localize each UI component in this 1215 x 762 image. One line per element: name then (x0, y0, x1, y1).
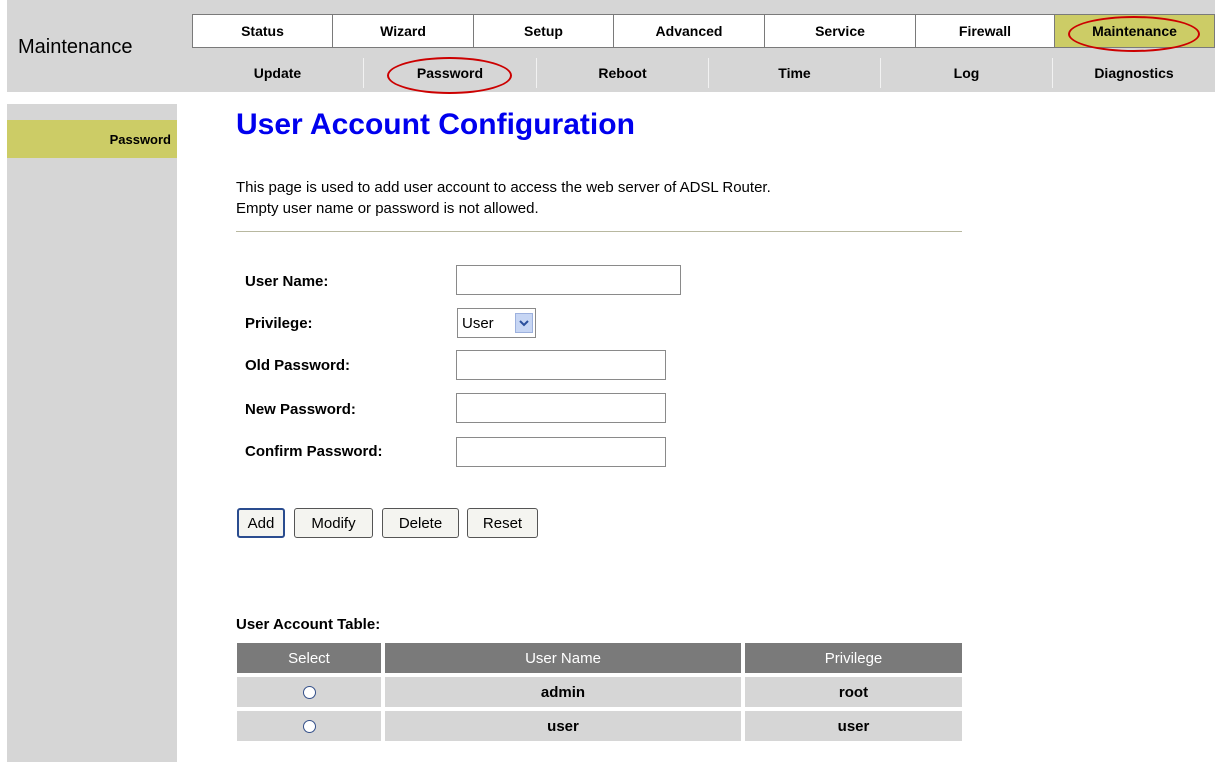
tab-firewall[interactable]: Firewall (916, 14, 1055, 48)
select-radio-admin[interactable] (302, 685, 316, 699)
delete-button[interactable]: Delete (382, 508, 459, 538)
top-nav: Status Wizard Setup Advanced Service Fir… (192, 14, 1215, 48)
select-cell (237, 711, 381, 741)
confirm-password-label: Confirm Password: (245, 443, 383, 460)
add-button[interactable]: Add (237, 508, 285, 538)
chevron-down-icon (515, 313, 533, 333)
divider (236, 231, 962, 232)
old-password-input[interactable] (456, 350, 666, 380)
sidebar-item-password[interactable]: Password (7, 120, 177, 158)
user-account-table: Select User Name Privilege admin root us… (237, 643, 962, 745)
select-radio-user[interactable] (302, 719, 316, 733)
tab-setup[interactable]: Setup (474, 14, 614, 48)
reset-button[interactable]: Reset (467, 508, 538, 538)
subtab-log[interactable]: Log (881, 58, 1053, 88)
privilege-selected-value: User (462, 314, 494, 332)
user-name-cell: admin (385, 677, 741, 707)
header-select: Select (237, 643, 381, 673)
tab-maintenance[interactable]: Maintenance (1055, 14, 1215, 48)
new-password-label: New Password: (245, 401, 356, 418)
page-description: This page is used to add user account to… (236, 177, 976, 219)
privilege-label: Privilege: (245, 315, 313, 332)
description-line-1: This page is used to add user account to… (236, 179, 771, 196)
privilege-cell: root (745, 677, 962, 707)
header-privilege: Privilege (745, 643, 962, 673)
subtab-password[interactable]: Password (364, 58, 537, 88)
table-row: user user (237, 711, 962, 741)
modify-button[interactable]: Modify (294, 508, 373, 538)
subtab-reboot[interactable]: Reboot (537, 58, 709, 88)
privilege-cell: user (745, 711, 962, 741)
sub-nav: Update Password Reboot Time Log Diagnost… (192, 58, 1215, 88)
sidebar: Password (7, 104, 177, 762)
header-user-name: User Name (385, 643, 741, 673)
left-margin (0, 0, 7, 762)
page-title: User Account Configuration (236, 108, 635, 141)
new-password-input[interactable] (456, 393, 666, 423)
tab-service[interactable]: Service (765, 14, 916, 48)
table-row: admin root (237, 677, 962, 707)
subtab-update[interactable]: Update (192, 58, 364, 88)
table-header-row: Select User Name Privilege (237, 643, 962, 673)
user-name-cell: user (385, 711, 741, 741)
tab-advanced[interactable]: Advanced (614, 14, 765, 48)
section-title: Maintenance (18, 36, 133, 58)
table-title: User Account Table: (236, 616, 381, 633)
tab-wizard[interactable]: Wizard (333, 14, 474, 48)
user-name-input[interactable] (456, 265, 681, 295)
privilege-select[interactable]: User (457, 308, 536, 338)
confirm-password-input[interactable] (456, 437, 666, 467)
tab-status[interactable]: Status (192, 14, 333, 48)
description-line-2: Empty user name or password is not allow… (236, 200, 539, 217)
subtab-time[interactable]: Time (709, 58, 881, 88)
old-password-label: Old Password: (245, 357, 351, 374)
subtab-diagnostics[interactable]: Diagnostics (1053, 58, 1215, 88)
user-name-label: User Name: (245, 273, 329, 290)
select-cell (237, 677, 381, 707)
